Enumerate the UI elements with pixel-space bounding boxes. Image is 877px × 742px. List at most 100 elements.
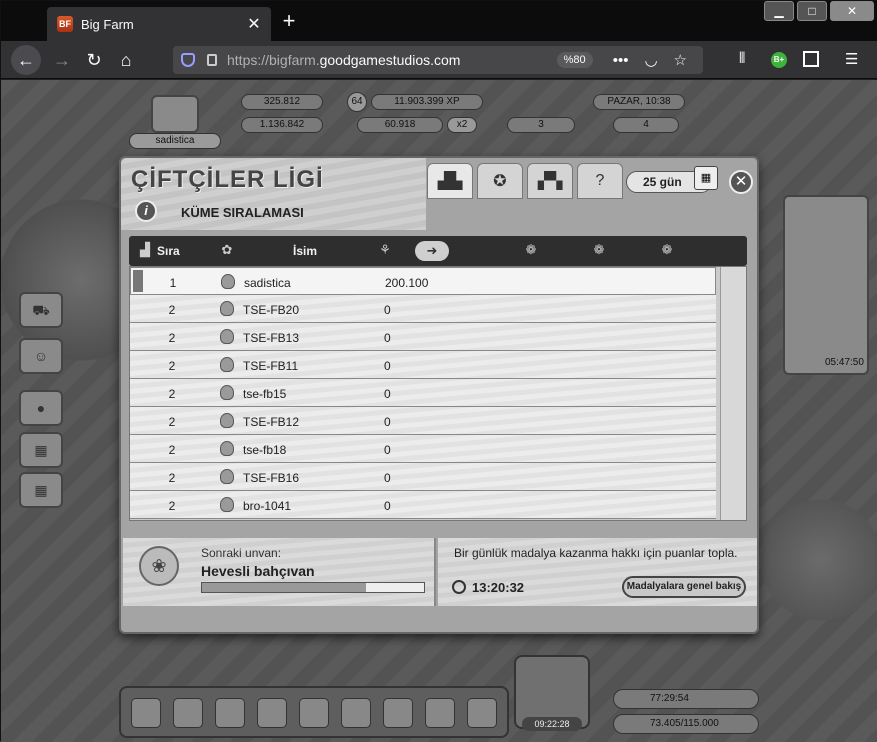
coins-counter: 325.812 [241,94,323,110]
table-row[interactable]: 2 TSE-FB11 0 [130,351,716,379]
tab-ranking[interactable]: ▟▙ [427,163,473,199]
row-rank: 2 [168,331,176,345]
url-text[interactable]: https://bigfarm.goodgamestudios.com [227,52,557,68]
big-farm-icon[interactable] [299,698,329,728]
row-points: 0 [384,471,391,485]
medal-panel: Bir günlük madalya kazanma hakkı için pu… [438,538,757,606]
lock-icon[interactable] [207,54,217,66]
new-tab-plus-icon[interactable]: + [277,9,301,33]
extension-icon[interactable]: B+ [771,52,787,68]
row-rank: 2 [168,443,176,457]
next-title-progress [201,582,425,593]
points-column-icon: ⚘ [379,242,391,257]
dialog-title: ÇİFTÇİLER LİGİ [131,166,324,193]
treasure-chest-icon[interactable] [131,698,161,728]
table-row[interactable]: 2 tse-fb18 0 [130,435,716,463]
table-row[interactable]: 2 TSE-FB16 0 [130,463,716,491]
tab-big-farm[interactable]: BF Big Farm ✕ [47,7,271,41]
reload-icon[interactable]: ↻ [79,45,109,75]
navigation-toolbar: ← → ↻ ⌂ https://bigfarm.goodgamestudios.… [1,41,877,79]
row-points: 0 [384,387,391,401]
edit-icon[interactable] [467,698,497,728]
sidebar-icon[interactable] [803,51,819,67]
album-icon[interactable] [173,698,203,728]
row-rank: 1 [169,276,177,290]
close-dialog-icon[interactable]: ✕ [729,170,753,194]
arrow-right-icon[interactable]: ➜ [415,241,449,261]
badge-counter: 4 [613,117,679,133]
medal-icon [220,329,234,344]
hamburger-menu-icon[interactable]: ☰ [845,50,858,68]
row-points: 0 [384,303,391,317]
gear-flower-icon: ❁ [525,242,537,257]
tab-title: Big Farm [81,16,134,32]
url-bar[interactable]: https://bigfarm.goodgamestudios.com %80 … [173,46,703,74]
row-name: tse-fb18 [243,443,287,457]
tab-bar: BF Big Farm ✕ + ▁ □ ✕ [1,1,877,41]
bottom-toolbar [119,686,509,738]
back-arrow-icon[interactable]: ← [11,45,41,75]
storage-display: 73.405/115.000 [613,714,759,734]
table-row[interactable]: 2 TSE-FB12 0 [130,407,716,435]
medal-icon [220,441,234,456]
mail-icon[interactable] [215,698,245,728]
level-badge: 64 [347,92,367,112]
close-window-button[interactable]: ✕ [830,1,874,21]
tab-close-icon[interactable]: ✕ [243,14,265,34]
home-icon[interactable]: ⌂ [111,45,141,75]
zoom-level-badge[interactable]: %80 [556,52,593,68]
ranking-rows: 1 sadistica 200.100 2 TSE-FB20 0 2 TSE-F… [129,266,747,521]
table-scrollbar[interactable] [720,267,746,520]
row-rank: 2 [168,303,176,317]
helmet-icon[interactable] [425,698,455,728]
column-name[interactable]: İsim [293,244,317,258]
row-name: tse-fb15 [243,387,287,401]
pocket-icon[interactable]: ◡ [644,51,657,69]
maximize-button[interactable]: □ [797,1,827,21]
xp-counter: 11.903.399 XP [371,94,483,110]
tab-podium[interactable]: ▞▚ [527,163,573,199]
table-row[interactable]: 2 bro-1041 0 [130,491,716,519]
medal-icon [220,469,234,484]
tab-medals[interactable]: ✪ [477,163,523,199]
side-friends-button[interactable]: ☺ [19,338,63,374]
quest-panel[interactable]: 05:47:50 [783,195,869,375]
library-icon[interactable]: ⫴ [739,50,745,67]
page-actions-icon[interactable]: ••• [613,52,629,69]
vehicle-icon[interactable] [341,698,371,728]
row-name: bro-1041 [243,499,292,513]
row-points: 0 [384,415,391,429]
side-tractor-button[interactable]: ⛟ [19,292,63,328]
table-row[interactable]: 2 TSE-FB13 0 [130,323,716,351]
tab-help[interactable]: ? [577,163,623,199]
side-calendar-button[interactable]: ▦ [19,432,63,468]
info-icon[interactable]: i [135,200,157,222]
row-name: TSE-FB11 [243,359,299,373]
dialog-subtitle: KÜME SIRALAMASI [181,205,304,220]
progress-fill [202,583,367,592]
tracking-shield-icon[interactable] [181,53,195,67]
table-row[interactable]: 2 TSE-FB20 0 [130,295,716,323]
medal-overview-button[interactable]: Madalyalara genel bakış [622,576,746,598]
row-points: 0 [384,443,391,457]
forward-arrow-icon[interactable]: → [47,45,77,75]
table-row[interactable]: 2 tse-fb15 0 [130,379,716,407]
farm-timer: 09:22:28 [522,717,582,731]
medal-icon [221,274,235,289]
minimize-button[interactable]: ▁ [764,1,794,21]
row-rank: 2 [168,471,176,485]
column-rank[interactable]: Sıra [157,244,180,258]
bookmark-star-icon[interactable]: ☆ [674,51,687,69]
character-icon[interactable] [257,698,287,728]
next-title-name: Hevesli bahçıvan [201,563,315,579]
row-name: TSE-FB13 [243,331,300,345]
barn-icon[interactable] [383,698,413,728]
multiplier-badge[interactable]: x2 [447,117,477,133]
user-barn-avatar[interactable] [151,95,199,133]
side-calendar2-button[interactable]: ▦ [19,472,63,508]
table-row[interactable]: 1 sadistica 200.100 [130,267,716,295]
medal-icon [220,413,234,428]
side-ball-button[interactable]: ● [19,390,63,426]
rank-emblem-icon: ❀ [139,546,179,586]
day-time-display: PAZAR, 10:38 [593,94,685,110]
